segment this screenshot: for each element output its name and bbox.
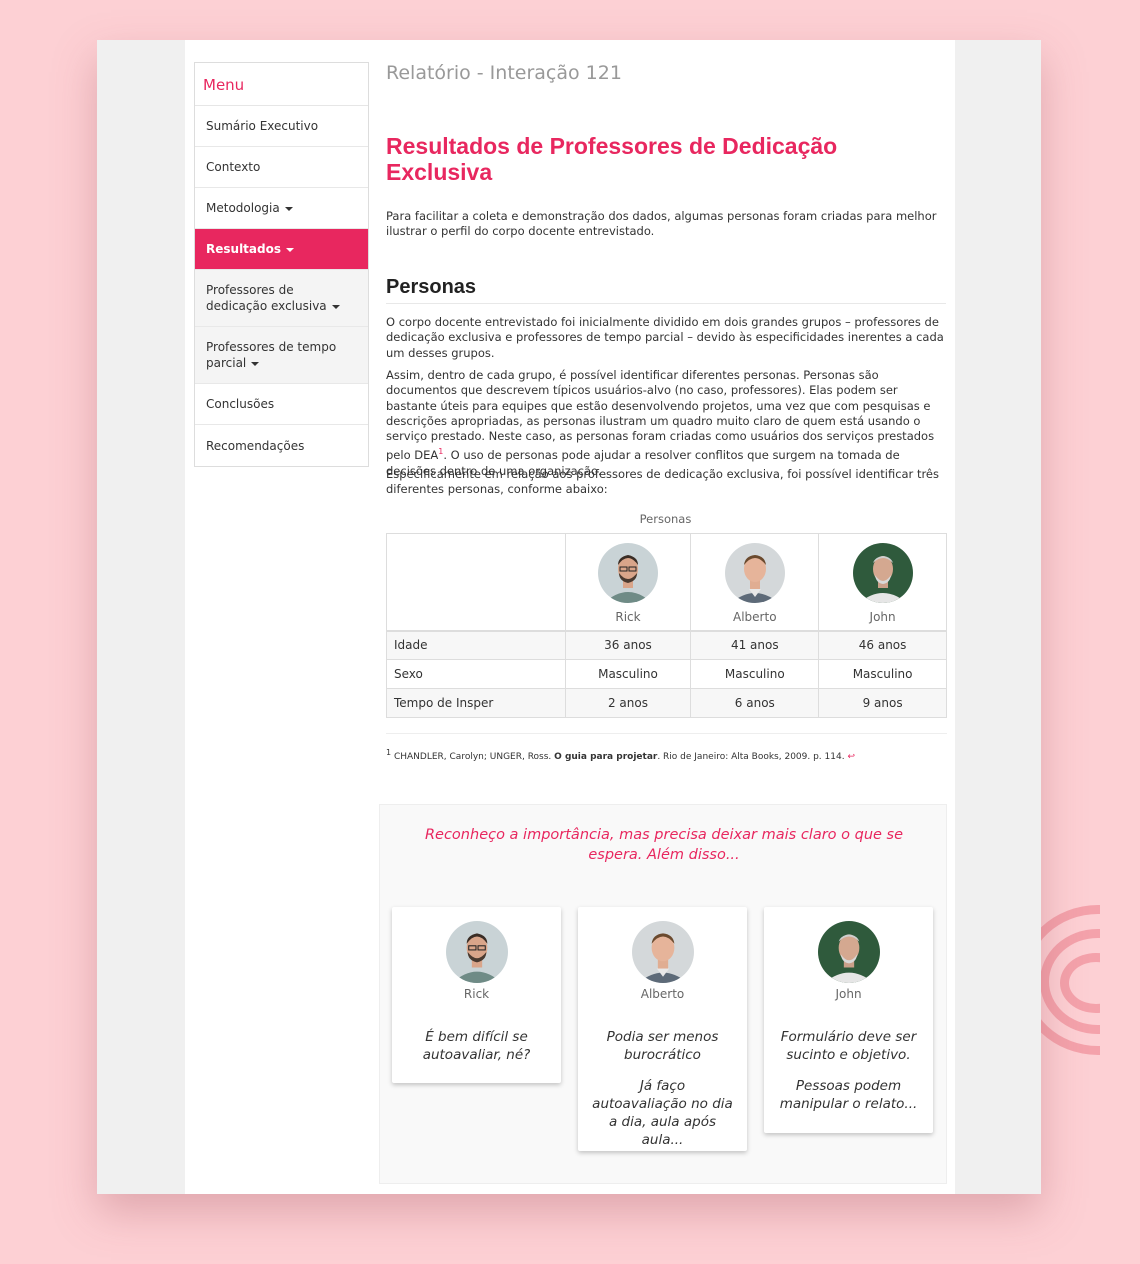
- report-title: Relatório - Interação 121: [386, 62, 622, 84]
- persona-card-alberto: Alberto Podia ser menos burocrático Já f…: [578, 907, 747, 1151]
- table-cell: 36 anos: [564, 630, 692, 660]
- sidebar-item-contexto[interactable]: Contexto: [195, 147, 368, 188]
- table-cell: Masculino: [690, 659, 820, 689]
- sidebar-menu: Menu Sumário Executivo Contexto Metodolo…: [194, 62, 369, 467]
- table-cell: 6 anos: [690, 688, 820, 718]
- section-title: Resultados de Professores de Dedicação E…: [386, 133, 838, 185]
- card-quote: Podia ser menos burocrático: [606, 1029, 719, 1063]
- menu-title: Menu: [195, 63, 368, 106]
- table-row: Sexo Masculino Masculino Masculino: [386, 659, 947, 689]
- footnote-number: 1: [386, 748, 392, 757]
- caret-down-icon: [286, 247, 294, 252]
- caret-down-icon: [284, 206, 293, 211]
- table-header-persona: Alberto: [690, 533, 820, 631]
- paragraph-groups: O corpo docente entrevistado foi inicial…: [386, 315, 944, 360]
- table-cell: 41 anos: [690, 630, 820, 660]
- page: Menu Sumário Executivo Contexto Metodolo…: [185, 40, 955, 1194]
- footnote: 1 CHANDLER, Carolyn; UNGER, Ross. O guia…: [386, 748, 855, 762]
- table-row: Tempo de Insper 2 anos 6 anos 9 anos: [386, 688, 947, 718]
- persona-card-rick: Rick É bem difícil se autoavaliar, né?: [392, 907, 561, 1083]
- table-cell: 46 anos: [818, 630, 947, 660]
- sidebar-item-resultados[interactable]: Resultados: [195, 229, 368, 270]
- card-name: Rick: [463, 987, 490, 1001]
- card-name: John: [835, 987, 862, 1001]
- sidebar-item-recomendacoes[interactable]: Recomendações: [195, 425, 368, 466]
- avatar-john: [852, 543, 913, 603]
- sidebar-item-tempo-parcial[interactable]: Professores de tempo parcial: [195, 327, 368, 384]
- table-cell: Masculino: [818, 659, 947, 689]
- feedback-quote: Reconheço a importância, mas precisa dei…: [424, 827, 904, 863]
- sidebar-item-conclusoes[interactable]: Conclusões: [195, 384, 368, 425]
- avatar-alberto: [724, 543, 785, 603]
- paragraph-three-personas: Especificamente em relação aos professor…: [386, 467, 939, 497]
- sidebar-item-sumario[interactable]: Sumário Executivo: [195, 106, 368, 147]
- row-label: Sexo: [386, 659, 566, 689]
- sidebar-item-metodologia[interactable]: Metodologia: [195, 188, 368, 229]
- personas-heading: Personas: [386, 276, 946, 304]
- caret-down-icon: [331, 304, 340, 309]
- sidebar-item-dedicacao-exclusiva[interactable]: Professores de dedicação exclusiva: [195, 270, 368, 327]
- feedback-panel: Reconheço a importância, mas precisa dei…: [379, 804, 947, 1184]
- intro-paragraph: Para facilitar a coleta e demonstração d…: [386, 209, 937, 239]
- table-header-persona: Rick: [564, 533, 692, 631]
- card-quote: É bem difícil se autoavaliar, né?: [422, 1029, 531, 1063]
- footnote-back-link[interactable]: ↩: [847, 752, 855, 762]
- persona-card-john: John Formulário deve ser sucinto e objet…: [764, 907, 933, 1133]
- persona-name: John: [869, 610, 896, 624]
- row-label: Tempo de Insper: [386, 688, 566, 718]
- table-caption: Personas: [639, 512, 692, 526]
- browser-window: Menu Sumário Executivo Contexto Metodolo…: [97, 40, 1041, 1194]
- personas-table: Rick Alberto John Idade 36 anos 41 anos …: [386, 533, 947, 718]
- paragraph-personas: Assim, dentro de cada grupo, é possível …: [386, 368, 935, 478]
- caret-down-icon: [251, 361, 260, 366]
- card-quote: Pessoas podem manipular o relato...: [779, 1078, 918, 1112]
- persona-name: Alberto: [733, 610, 777, 624]
- card-quote: Formulário deve ser sucinto e objetivo.: [780, 1029, 917, 1063]
- avatar-rick: [445, 921, 508, 983]
- table-cell: 9 anos: [818, 688, 947, 718]
- persona-name: Rick: [615, 610, 641, 624]
- row-label: Idade: [386, 630, 566, 660]
- avatar-rick: [597, 543, 658, 603]
- card-name: Alberto: [640, 987, 685, 1001]
- table-header-empty: [386, 533, 566, 631]
- avatar-john: [817, 921, 880, 983]
- card-quote: Já faço autoavaliação no dia a dia, aula…: [592, 1078, 733, 1148]
- table-cell: Masculino: [564, 659, 692, 689]
- table-cell: 2 anos: [564, 688, 692, 718]
- avatar-alberto: [631, 921, 694, 983]
- table-row: Idade 36 anos 41 anos 46 anos: [386, 630, 947, 660]
- table-header-persona: John: [818, 533, 947, 631]
- footnote-divider: [386, 733, 947, 734]
